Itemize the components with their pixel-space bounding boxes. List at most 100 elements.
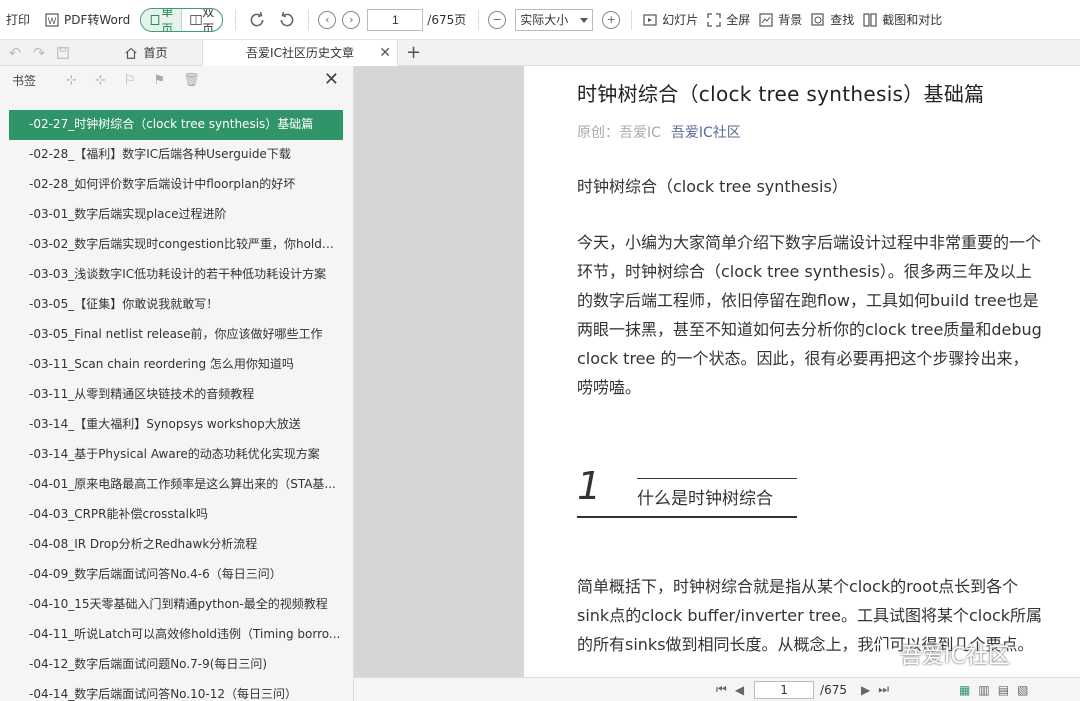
single-page-icon [151, 14, 160, 25]
list-item[interactable]: -04-01_原来电路最高工作频率是这么算出来的（STA基... [9, 470, 343, 500]
print-button[interactable]: 打印 [2, 6, 34, 34]
list-item[interactable]: -03-11_Scan chain reordering 怎么用你知道吗 [9, 350, 343, 380]
origin-label: 原创： [577, 125, 619, 141]
list-item[interactable]: -03-14_【重大福利】Synopsys workshop大放送 [9, 410, 343, 440]
save-icon[interactable] [56, 46, 70, 60]
list-item[interactable]: -03-14_基于Physical Aware的动态功耗优化实现方案 [9, 440, 343, 470]
slideshow-button[interactable]: 幻灯片 [638, 6, 702, 34]
divider [631, 9, 633, 30]
tab-bar: ↶ ↷ 首页 吾爱IC社区历史文章 ✕ + [0, 39, 1080, 66]
continuous-view-icon[interactable]: ▤ [998, 683, 1009, 697]
paragraph: 时钟树综合（clock tree synthesis） [577, 177, 848, 196]
book-view-icon[interactable]: ▧ [1017, 683, 1028, 697]
list-item[interactable]: -03-05_Final netlist release前，你应该做好哪些工作 [9, 320, 343, 350]
list-item[interactable]: -03-05_【征集】你敢说我就敢写！ [9, 290, 343, 320]
prev-page-icon[interactable]: ‹ [318, 10, 337, 29]
status-total-pages: /675 [820, 682, 847, 697]
divider [637, 478, 797, 479]
collapse-icon[interactable]: ⊹ [95, 73, 106, 88]
divider [308, 9, 310, 30]
total-pages-label: /675页 [427, 13, 467, 27]
section-title: 什么是时钟树综合 [637, 489, 773, 509]
fullscreen-icon [707, 12, 721, 27]
list-item[interactable]: -03-03_浅谈数字IC低功耗设计的若干种低功耗设计方案 [9, 260, 343, 290]
chevron-down-icon [580, 17, 589, 23]
divider [235, 9, 237, 30]
document-page: 时钟树综合（clock tree synthesis）基础篇 原创：吾爱IC 吾爱… [524, 66, 1080, 677]
prev-page-icon[interactable]: ◀ [735, 683, 744, 697]
svg-text:W: W [48, 16, 57, 26]
find-button[interactable]: 查找 [806, 6, 858, 34]
bookmark-panel: 书签 ⊹ ⊹ ⚐ ⚑ 🗑 ✕ -02-27_时钟树综合（clock tree s… [0, 66, 354, 701]
list-item[interactable]: -04-12_数字后端面试问题No.7-9(每日三问) [9, 650, 343, 680]
first-page-icon[interactable]: ⏮ [716, 682, 727, 697]
list-item[interactable]: -04-08_IR Drop分析之Redhawk分析流程 [9, 530, 343, 560]
double-page-button[interactable]: 双页 [181, 8, 222, 31]
page-number-input[interactable]: 1 [367, 8, 424, 31]
bookmark-icon[interactable]: ⚑ [153, 73, 165, 88]
redo-icon[interactable]: ↷ [30, 44, 48, 62]
next-page-icon[interactable]: › [342, 10, 361, 29]
list-item[interactable]: -04-03_CRPR能补偿crosstalk吗 [9, 500, 343, 530]
rotate-left-icon[interactable] [278, 11, 296, 29]
list-item[interactable]: -03-02_数字后端实现时congestion比较严重，你hold得... [9, 230, 343, 260]
rotate-right-icon[interactable] [248, 11, 266, 29]
screenshot-compare-button[interactable]: 截图和对比 [858, 6, 946, 34]
double-page-icon [190, 14, 202, 25]
article-title: 时钟树综合（clock tree synthesis）基础篇 [577, 82, 985, 106]
section-heading: 1 什么是时钟树综合 [577, 464, 797, 518]
tab-document[interactable]: 吾爱IC社区历史文章 ✕ [202, 39, 398, 66]
list-item[interactable]: -03-01_数字后端实现place过程进阶 [9, 200, 343, 230]
close-panel-icon[interactable]: ✕ [324, 69, 339, 90]
watermark: 吾爱IC社区 [866, 638, 1010, 670]
close-tab-icon[interactable]: ✕ [379, 45, 391, 61]
single-page-button[interactable]: 单页 [141, 8, 182, 31]
zoom-out-icon[interactable]: − [488, 10, 507, 29]
status-bar: ⏮ ◀ 1 /675 ▶ ⏭ ▦ ▥ ▤ ▧ [354, 677, 1080, 701]
add-bookmark-icon[interactable]: ⚐ [124, 73, 136, 88]
list-item[interactable]: -03-11_从零到精通区块链技术的音频教程 [9, 380, 343, 410]
word-icon: W [45, 12, 59, 27]
list-item[interactable]: -02-28_如何评价数字后端设计中floorplan的好坏 [9, 170, 343, 200]
list-item[interactable]: -02-28_【福利】数字IC后端各种Userguide下载 [9, 140, 343, 170]
pdf-to-word-button[interactable]: W PDF转Word [40, 6, 134, 34]
wechat-icon [867, 643, 895, 664]
view-mode-group: 单页 双页 [140, 7, 224, 32]
author-name: 吾爱IC [619, 125, 661, 141]
double-view-icon[interactable]: ▥ [978, 683, 989, 697]
list-item[interactable]: -04-14_数字后端面试问答No.10-12（每日三问） [9, 680, 343, 701]
bookmark-title: 书签 [12, 73, 37, 88]
slideshow-icon [643, 13, 657, 26]
list-item[interactable]: -04-09_数字后端面试问答No.4-6（每日三问） [9, 560, 343, 590]
divider [478, 9, 480, 30]
article-meta: 原创：吾爱IC 吾爱IC社区 [577, 122, 741, 142]
section-number: 1 [577, 464, 602, 508]
zoom-select[interactable]: 实际大小 [515, 8, 594, 31]
paragraph: 今天，小编为大家简单介绍下数字后端设计过程中非常重要的一个环节，时钟树综合（cl… [577, 233, 1042, 397]
screenshot-icon [863, 12, 877, 27]
bookmark-header: 书签 ⊹ ⊹ ⚐ ⚑ 🗑 ✕ [0, 66, 353, 94]
next-page-icon[interactable]: ▶ [861, 683, 870, 697]
source-link[interactable]: 吾爱IC社区 [671, 125, 741, 141]
bookmark-list: -02-27_时钟树综合（clock tree synthesis）基础篇 -0… [9, 110, 343, 701]
delete-icon[interactable]: 🗑 [183, 73, 200, 88]
page-margin [354, 66, 524, 677]
list-item[interactable]: -02-27_时钟树综合（clock tree synthesis）基础篇 [9, 110, 343, 140]
new-tab-icon[interactable]: + [406, 42, 421, 63]
search-icon [811, 12, 824, 26]
divider [577, 516, 797, 518]
expand-icon[interactable]: ⊹ [66, 73, 77, 88]
zoom-in-icon[interactable]: + [602, 10, 621, 29]
main-toolbar: 打印 W PDF转Word 单页 双页 ‹ › 1 /675页 − 实际大小 +… [0, 0, 1080, 40]
list-item[interactable]: -04-11_听说Latch可以高效修hold违例（Timing borro..… [9, 620, 343, 650]
undo-icon[interactable]: ↶ [6, 44, 24, 62]
tab-home[interactable]: 首页 [94, 40, 198, 66]
single-view-icon[interactable]: ▦ [959, 683, 970, 697]
list-item[interactable]: -04-10_15天零基础入门到精通python-最全的视频教程 [9, 590, 343, 620]
home-icon [125, 47, 138, 59]
status-page-input[interactable]: 1 [754, 680, 815, 699]
background-button[interactable]: 背景 [754, 6, 806, 34]
background-icon [759, 12, 773, 27]
fullscreen-button[interactable]: 全屏 [702, 6, 754, 34]
last-page-icon[interactable]: ⏭ [878, 682, 889, 697]
